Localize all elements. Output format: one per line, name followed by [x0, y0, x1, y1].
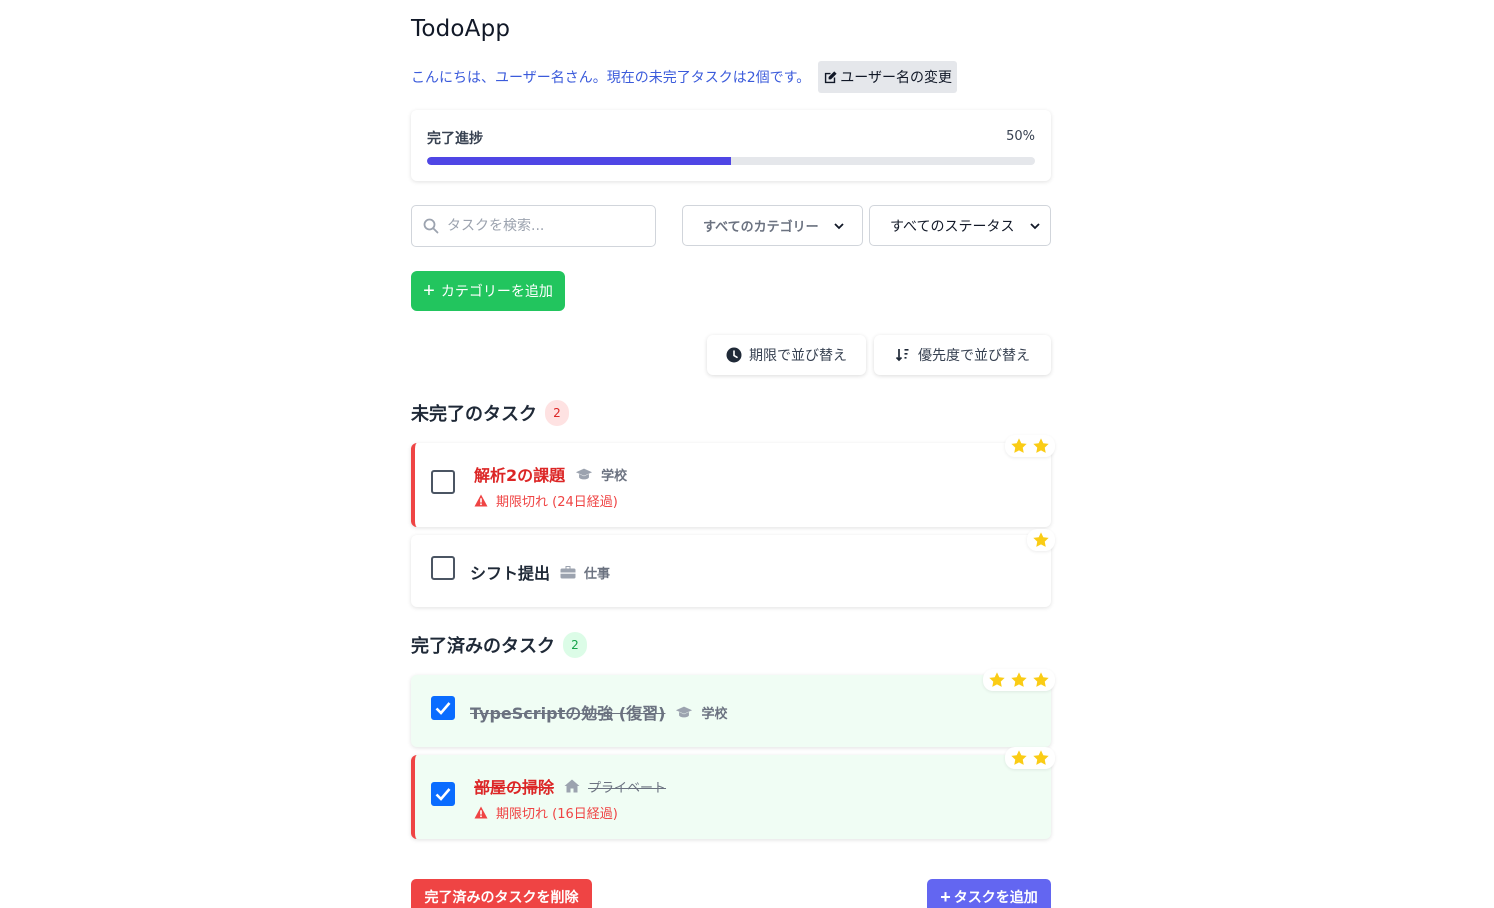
plus-icon: +	[423, 280, 435, 302]
search-icon	[423, 218, 439, 234]
status-select[interactable]: すべてのステータス	[869, 205, 1051, 246]
task-category-label: 学校	[701, 706, 728, 722]
add-category-label: カテゴリーを追加	[440, 283, 553, 299]
task-checkbox[interactable]	[431, 696, 455, 720]
completed-title: 完了済みのタスク	[411, 636, 555, 657]
task-title-row: TypeScriptの勉強 (復習) 学校	[470, 700, 727, 724]
search-field[interactable]	[411, 205, 656, 247]
star-icon	[1033, 438, 1049, 453]
star-icon	[1033, 532, 1049, 547]
task-title-row: 解析2の課題 学校	[474, 462, 627, 486]
graduation-cap-icon	[676, 706, 693, 718]
sort-by-date-label: 期限で並び替え	[749, 348, 847, 364]
task-category: プライベート	[564, 777, 666, 796]
overdue-text: 期限切れ (24日経過)	[496, 495, 618, 510]
priority-stars	[1027, 529, 1055, 551]
task-item: 解析2の課題 学校 期限切れ (24日経過)	[411, 435, 1055, 527]
star-icon	[1033, 750, 1049, 765]
sort-amount-down-icon	[895, 349, 909, 362]
task-title[interactable]: シフト提出	[470, 560, 550, 584]
clock-icon	[726, 347, 742, 363]
task-checkbox[interactable]	[431, 782, 455, 806]
clear-completed-button[interactable]: 完了済みのタスクを削除	[411, 879, 592, 908]
sort-by-priority-button[interactable]: 優先度で並び替え	[874, 335, 1051, 375]
plus-icon: +	[940, 887, 951, 907]
task-title[interactable]: 部屋の掃除	[474, 774, 554, 798]
task-category: 学校	[675, 703, 727, 722]
category-select-value: すべてのカテゴリー	[703, 220, 819, 235]
app-title: TodoApp	[411, 16, 511, 42]
clear-completed-label: 完了済みのタスクを削除	[424, 889, 579, 905]
overdue-warning: 期限切れ (24日経過)	[474, 491, 618, 510]
star-icon	[1033, 672, 1049, 687]
add-task-button[interactable]: + タスクを追加	[927, 879, 1051, 908]
incomplete-count-badge: 2	[545, 400, 569, 426]
task-category: 学校	[575, 465, 627, 484]
star-icon	[1011, 438, 1027, 453]
task-title-row: シフト提出 仕事	[470, 560, 610, 584]
sort-by-date-button[interactable]: 期限で並び替え	[707, 335, 866, 375]
task-checkbox[interactable]	[431, 556, 455, 580]
task-category-label: 仕事	[584, 566, 611, 582]
incomplete-title: 未完了のタスク	[411, 404, 537, 425]
task-item: 部屋の掃除 プライベート 期限切れ (16日経過)	[411, 747, 1055, 839]
star-icon	[1011, 750, 1027, 765]
warning-icon	[474, 806, 488, 819]
star-icon	[989, 672, 1005, 687]
task-category-label: プライベート	[588, 780, 667, 796]
chevron-down-icon	[834, 222, 844, 229]
completed-section-title: 完了済みのタスク 2	[411, 632, 587, 658]
add-category-button[interactable]: + カテゴリーを追加	[411, 271, 565, 311]
task-item: シフト提出 仕事	[411, 529, 1055, 607]
search-input[interactable]	[447, 218, 637, 234]
check-icon	[435, 788, 451, 801]
progress-track	[427, 157, 1035, 165]
priority-stars	[983, 669, 1055, 691]
overdue-text: 期限切れ (16日経過)	[496, 807, 618, 822]
task-title-row: 部屋の掃除 プライベート	[474, 774, 666, 798]
task-category-label: 学校	[601, 468, 628, 484]
task-category: 仕事	[560, 563, 610, 582]
completed-count-badge: 2	[563, 632, 587, 658]
warning-icon	[474, 494, 488, 507]
progress-percent: 50%	[1006, 129, 1035, 144]
priority-stars	[1005, 435, 1055, 457]
rename-user-label: ユーザー名の変更	[840, 69, 952, 85]
overdue-warning: 期限切れ (16日経過)	[474, 803, 618, 822]
greeting-text: こんにちは、ユーザー名さん。現在の未完了タスクは2個です。	[411, 70, 811, 86]
briefcase-icon	[560, 566, 576, 579]
incomplete-section-title: 未完了のタスク 2	[411, 400, 569, 426]
status-select-value: すべてのステータス	[890, 218, 1015, 235]
task-item: TypeScriptの勉強 (復習) 学校	[411, 669, 1055, 747]
progress-card: 完了進捗 50%	[411, 110, 1051, 181]
task-title[interactable]: TypeScriptの勉強 (復習)	[470, 700, 665, 724]
rename-user-button[interactable]: ユーザー名の変更	[818, 61, 957, 93]
home-icon	[564, 779, 580, 793]
star-icon	[1011, 672, 1027, 687]
greeting-row: こんにちは、ユーザー名さん。現在の未完了タスクは2個です。 ユーザー名の変更	[411, 61, 957, 93]
progress-fill	[427, 157, 731, 165]
priority-stars	[1005, 747, 1055, 769]
task-checkbox[interactable]	[431, 470, 455, 494]
edit-icon	[825, 70, 837, 83]
add-task-label: タスクを追加	[953, 889, 1038, 905]
graduation-cap-icon	[576, 468, 593, 480]
check-icon	[435, 702, 451, 715]
progress-label: 完了進捗	[427, 131, 483, 147]
chevron-down-icon	[1030, 222, 1040, 229]
task-title[interactable]: 解析2の課題	[474, 462, 565, 486]
category-select[interactable]: すべてのカテゴリー	[682, 205, 863, 246]
sort-by-priority-label: 優先度で並び替え	[918, 348, 1030, 364]
